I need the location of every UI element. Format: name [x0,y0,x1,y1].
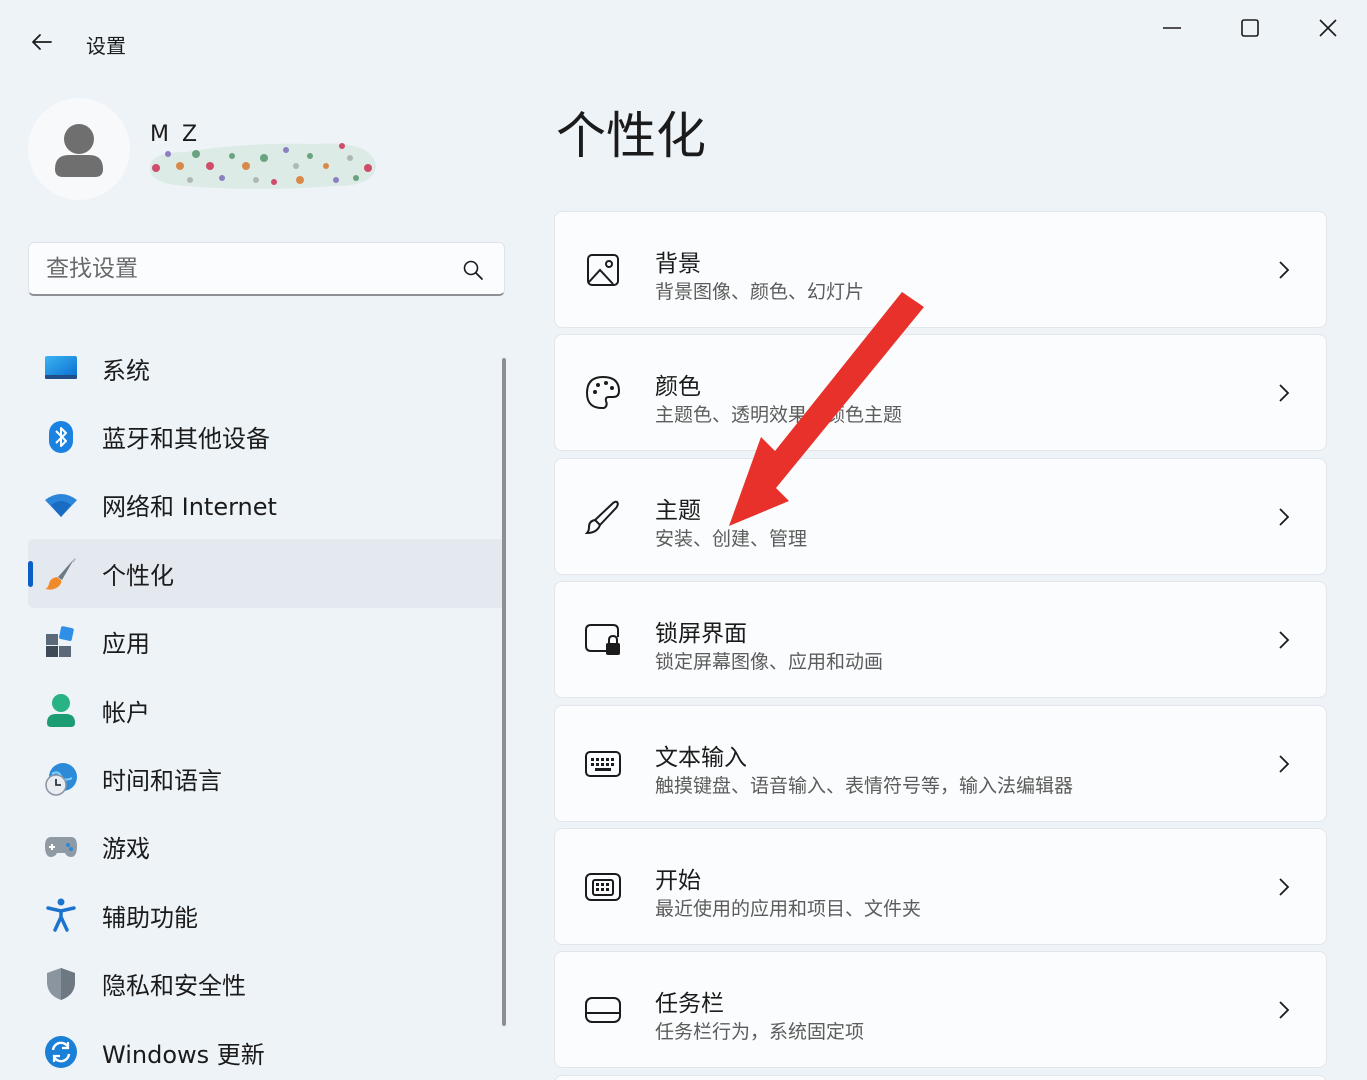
sidebar-item-label: 系统 [102,356,150,385]
card-lock-screen[interactable]: 锁屏界面 锁定屏幕图像、应用和动画 [554,581,1327,699]
card-subtitle: 任务栏行为，系统固定项 [655,1021,865,1044]
sidebar-item-privacy-security[interactable]: 隐私和安全性 [28,950,506,1018]
settings-window: 设置 M Z 查找设置 系统 蓝牙和其他设备 网络和 Internet 个性化 … [0,0,1367,1080]
sidebar-item-accounts[interactable]: 帐户 [28,676,506,744]
card-subtitle: 安装、创建、管理 [655,527,808,550]
gamepad-icon [44,830,78,864]
shield-icon [44,967,78,1001]
user-avatar-icon [55,124,103,177]
chevron-right-icon [1279,754,1290,773]
sidebar-item-gaming[interactable]: 游戏 [28,813,506,881]
minimize-button[interactable] [1142,8,1202,48]
card-title: 主题 [655,497,701,524]
close-icon [1319,19,1337,37]
chevron-right-icon [1279,384,1290,403]
taskbar-icon [583,990,623,1030]
card-title: 开始 [655,867,701,894]
sidebar-item-label: 隐私和安全性 [102,972,246,1001]
avatar[interactable] [28,98,130,200]
card-colors[interactable]: 颜色 主题色、透明效果、颜色主题 [554,334,1327,452]
sidebar-item-label: 时间和语言 [102,767,222,796]
chevron-right-icon [1279,1001,1290,1019]
sidebar-item-label: 网络和 Internet [102,493,277,522]
bluetooth-icon [44,420,78,454]
sidebar-item-label: 应用 [102,630,150,659]
card-subtitle: 主题色、透明效果、颜色主题 [655,404,903,427]
sidebar-item-label: 个性化 [102,561,174,590]
account-icon [44,693,78,728]
brush-icon [583,497,623,537]
page-title: 个性化 [556,107,706,165]
card-taskbar[interactable]: 任务栏 任务栏行为，系统固定项 [554,951,1327,1069]
card-text-input[interactable]: 文本输入 触摸键盘、语音输入、表情符号等，输入法编辑器 [554,704,1327,822]
sidebar-item-bluetooth[interactable]: 蓝牙和其他设备 [28,402,506,470]
keyboard-icon [583,744,623,784]
sidebar-item-time-language[interactable]: 时间和语言 [28,744,506,812]
maximize-button[interactable] [1220,8,1280,48]
search-input[interactable] [29,243,449,295]
search-box[interactable] [28,242,505,296]
sidebar-item-label: 辅助功能 [102,903,198,932]
card-start[interactable]: 开始 最近使用的应用和项目、文件夹 [554,827,1327,945]
minimize-icon [1163,27,1181,29]
close-button[interactable] [1298,8,1358,48]
back-arrow-icon [32,34,52,50]
back-button[interactable] [22,24,62,60]
card-title: 任务栏 [655,991,724,1018]
sidebar-item-label: 帐户 [102,698,150,727]
apps-icon [44,625,78,659]
card-subtitle: 背景图像、颜色、幻灯片 [655,281,865,303]
start-menu-icon [583,867,623,907]
sidebar-scrollbar[interactable] [502,358,506,1026]
sidebar-item-apps[interactable]: 应用 [28,608,506,676]
chevron-right-icon [1279,508,1290,526]
sidebar-item-label: 蓝牙和其他设备 [102,425,270,454]
sidebar-item-personalization[interactable]: 个性化 [28,539,506,608]
accessibility-icon [44,898,78,933]
card-title: 颜色 [655,374,701,401]
active-indicator [28,561,33,588]
chevron-right-icon [1279,261,1290,279]
sidebar-item-system[interactable]: 系统 [28,334,506,402]
time-language-icon [44,762,78,796]
card-subtitle: 触摸键盘、语音输入、表情符号等，输入法编辑器 [655,774,1074,797]
user-email-redacted [149,143,376,189]
sidebar-item-windows-update[interactable]: Windows 更新 [28,1018,506,1080]
card-background[interactable]: 背景 背景图像、颜色、幻灯片 [554,211,1327,328]
title-bar: 设置 [0,0,1367,84]
maximize-icon [1241,19,1259,37]
windows-update-icon [44,1035,78,1069]
sidebar-item-label: 游戏 [102,835,150,864]
palette-icon [583,373,623,413]
lock-screen-icon [583,620,623,660]
chevron-right-icon [1279,878,1290,896]
card-subtitle: 锁定屏幕图像、应用和动画 [655,651,884,674]
sidebar-nav: 系统 蓝牙和其他设备 网络和 Internet 个性化 应用 帐户 时间和语言 … [28,334,506,1080]
sidebar-item-label: Windows 更新 [102,1040,265,1069]
card-next-partial[interactable] [554,1074,1327,1080]
sidebar-item-network[interactable]: 网络和 Internet [28,471,506,539]
paintbrush-icon [44,556,78,590]
card-subtitle: 最近使用的应用和项目、文件夹 [655,897,922,920]
chevron-right-icon [1279,631,1290,649]
card-title: 锁屏界面 [655,621,747,648]
card-title: 文本输入 [655,744,747,771]
image-icon [583,250,623,290]
wifi-icon [44,488,78,522]
app-title: 设置 [86,34,126,58]
search-icon[interactable] [462,259,484,281]
sidebar-item-accessibility[interactable]: 辅助功能 [28,881,506,949]
card-title: 背景 [655,251,701,277]
card-themes[interactable]: 主题 安装、创建、管理 [554,457,1327,575]
system-display-icon [44,351,78,385]
settings-cards: 背景 背景图像、颜色、幻灯片 颜色 主题色、透明效果、颜色主题 主题 安装、创建… [554,211,1327,1080]
